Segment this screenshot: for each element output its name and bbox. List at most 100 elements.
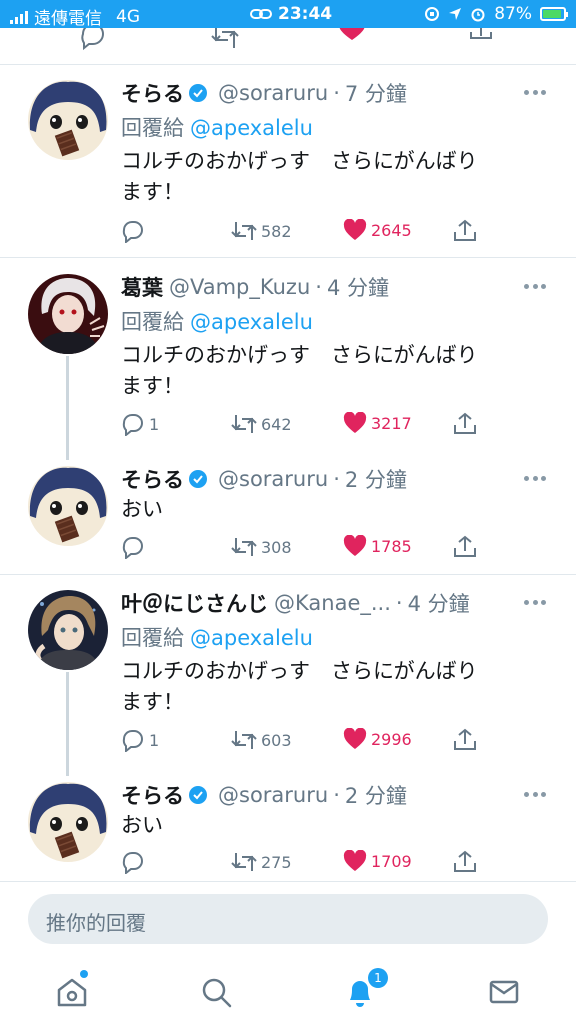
display-name[interactable]: 叶＠にじさんじ xyxy=(121,588,268,618)
share-icon xyxy=(454,412,476,434)
retweet-icon[interactable] xyxy=(210,28,240,60)
reply-count: 1 xyxy=(149,414,160,434)
reply-to-link[interactable]: @apexalelu xyxy=(190,310,313,334)
share-button[interactable] xyxy=(453,728,477,752)
battery-icon xyxy=(540,7,568,21)
handle[interactable]: @soraruru xyxy=(218,81,328,105)
timestamp: 4 分鐘 xyxy=(326,276,389,300)
avatar[interactable] xyxy=(28,590,108,670)
avatar[interactable] xyxy=(28,782,108,862)
network-label: 4G xyxy=(116,6,140,27)
tweet-text: おい xyxy=(121,494,546,525)
tab-messages[interactable] xyxy=(484,972,524,1012)
reply-button[interactable] xyxy=(121,850,149,874)
avatar[interactable] xyxy=(28,466,108,546)
more-options-icon[interactable] xyxy=(524,476,546,482)
tweet-actions: 1 603 2996 xyxy=(121,728,481,754)
like-button[interactable]: 2645 xyxy=(343,219,412,241)
tweet-header: 叶＠にじさんじ @Kanae_... · 4 分鐘 xyxy=(121,588,516,618)
liked-heart-icon[interactable] xyxy=(338,28,366,60)
share-button[interactable] xyxy=(453,535,477,559)
tweet-actions: 582 2645 xyxy=(121,219,481,245)
tweet[interactable]: そらる @soraruru · 7 分鐘 回覆給 @apexalelu コルチのお… xyxy=(0,64,576,257)
liked-heart-icon xyxy=(343,535,367,556)
tweet-text-line: ます！ xyxy=(121,180,184,204)
tweet-text: おい xyxy=(121,810,546,841)
share-button[interactable] xyxy=(453,412,477,436)
tweet-actions: 1 642 3217 xyxy=(121,412,481,438)
reply-button[interactable]: 1 xyxy=(121,728,159,752)
reply-context: 回覆給 @apexalelu xyxy=(121,622,313,652)
share-button[interactable] xyxy=(453,219,477,243)
home-icon xyxy=(57,978,87,1007)
tweet-text-line: コルチのおかげっす さらにがんばり xyxy=(121,659,478,683)
liked-heart-icon xyxy=(343,219,367,240)
share-icon xyxy=(454,728,476,750)
handle[interactable]: @soraruru xyxy=(218,783,328,807)
retweet-button[interactable]: 275 xyxy=(231,850,292,874)
display-name[interactable]: そらる xyxy=(121,780,184,810)
share-icon xyxy=(454,535,476,557)
previous-tweet-actions xyxy=(0,28,576,60)
share-icon xyxy=(454,850,476,872)
more-options-icon[interactable] xyxy=(524,792,546,798)
reply-prefix: 回覆給 xyxy=(121,626,184,650)
tweet-text: コルチのおかげっす さらにがんばり ます！ xyxy=(121,656,546,718)
separator-dot: · xyxy=(333,81,340,105)
tweet-text-line: ます！ xyxy=(121,690,184,714)
more-options-icon[interactable] xyxy=(524,90,546,96)
tab-notifications[interactable]: 1 xyxy=(340,968,388,1012)
reply-count: 1 xyxy=(149,730,160,750)
like-count: 2645 xyxy=(371,220,412,240)
reply-button[interactable] xyxy=(121,219,149,243)
handle[interactable]: @Kanae_... xyxy=(274,591,391,615)
separator-dot: · xyxy=(333,783,340,807)
display-name[interactable]: そらる xyxy=(121,78,184,108)
location-icon xyxy=(449,8,462,20)
reply-button[interactable]: 1 xyxy=(121,412,159,436)
link-icon xyxy=(250,9,272,19)
share-icon[interactable] xyxy=(468,28,494,60)
signal-icon xyxy=(10,10,28,24)
tweet[interactable]: そらる @soraruru · 2 分鐘 おい 308 1785 xyxy=(0,452,576,572)
tweet-text: コルチのおかげっす さらにがんばり ます！ xyxy=(121,146,546,208)
kuzuha-avatar-image xyxy=(28,274,108,354)
tab-bar: 1 xyxy=(0,958,576,1024)
display-name[interactable]: 葛葉 xyxy=(121,272,163,302)
tab-search[interactable] xyxy=(196,972,236,1012)
like-count: 1785 xyxy=(371,536,412,556)
retweet-button[interactable]: 603 xyxy=(231,728,292,752)
like-button[interactable]: 1709 xyxy=(343,850,412,872)
avatar[interactable] xyxy=(28,274,108,354)
tweet[interactable]: 叶＠にじさんじ @Kanae_... · 4 分鐘 回覆給 @apexalelu … xyxy=(0,574,576,769)
reply-to-link[interactable]: @apexalelu xyxy=(190,116,313,140)
retweet-button[interactable]: 582 xyxy=(231,219,292,243)
verified-badge-icon xyxy=(189,786,207,804)
alarm-icon xyxy=(471,8,485,22)
more-options-icon[interactable] xyxy=(524,284,546,290)
reply-input[interactable]: 推你的回覆 xyxy=(28,894,548,944)
tweet[interactable]: そらる @soraruru · 2 分鐘 おい 275 1709 xyxy=(0,768,576,880)
reply-to-link[interactable]: @apexalelu xyxy=(190,626,313,650)
reply-icon xyxy=(122,537,143,559)
retweet-button[interactable]: 642 xyxy=(231,412,292,436)
like-button[interactable]: 1785 xyxy=(343,535,412,557)
like-button[interactable]: 2996 xyxy=(343,728,412,750)
tweet[interactable]: 葛葉 @Vamp_Kuzu · 4 分鐘 回覆給 @apexalelu コルチのお… xyxy=(0,258,576,453)
kanae-avatar-image xyxy=(28,590,108,670)
reply-icon[interactable] xyxy=(80,28,106,60)
handle[interactable]: @soraruru xyxy=(218,467,328,491)
avatar[interactable] xyxy=(28,80,108,160)
reply-button[interactable] xyxy=(121,535,149,559)
tab-home[interactable] xyxy=(52,970,92,1012)
more-options-icon[interactable] xyxy=(524,600,546,606)
retweet-button[interactable]: 308 xyxy=(231,535,292,559)
retweet-count: 308 xyxy=(261,537,292,557)
share-icon xyxy=(454,219,476,241)
status-center: 23:44 xyxy=(250,4,332,24)
handle[interactable]: @Vamp_Kuzu xyxy=(169,275,310,299)
like-button[interactable]: 3217 xyxy=(343,412,412,434)
share-button[interactable] xyxy=(453,850,477,874)
display-name[interactable]: そらる xyxy=(121,464,184,494)
timestamp: 4 分鐘 xyxy=(407,592,470,616)
